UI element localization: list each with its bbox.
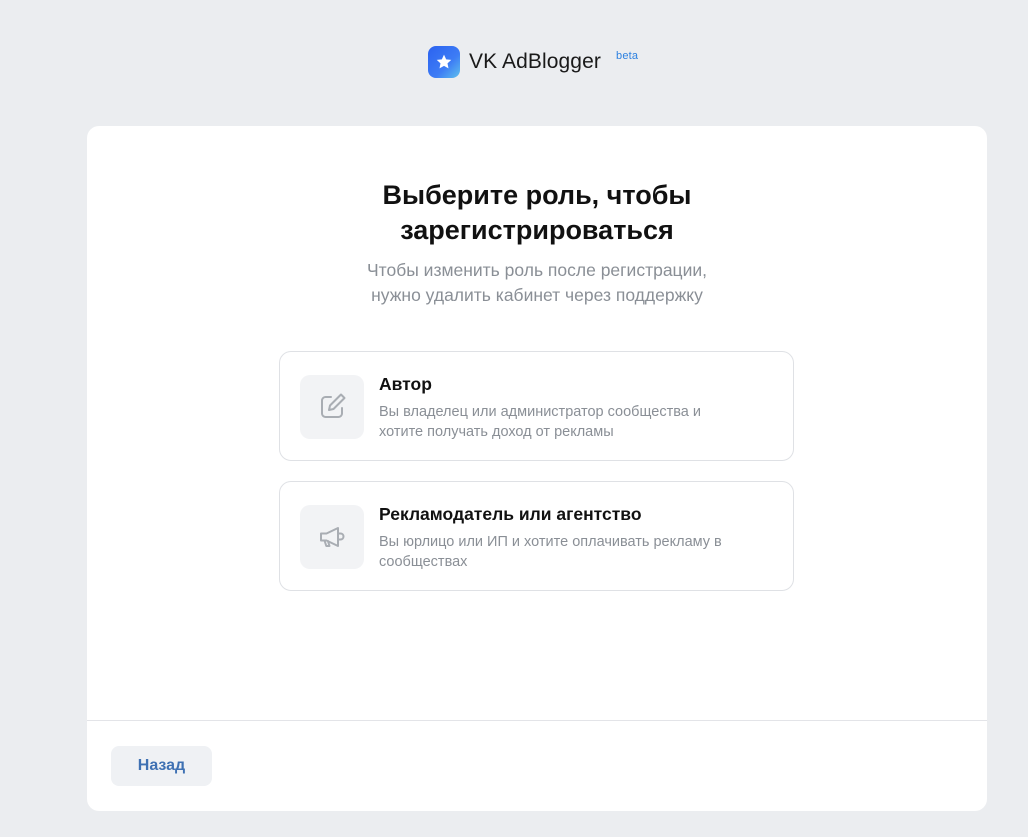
role-selection-card: Выберите роль, чтобы зарегистрироваться … bbox=[87, 126, 987, 811]
description-line: Вы владелец или администратор сообщества… bbox=[379, 404, 701, 420]
back-button[interactable]: Назад bbox=[111, 746, 212, 786]
subtitle-line: нужно удалить кабинет через поддержку bbox=[371, 285, 703, 305]
app-name[interactable]: VK AdBlogger bbox=[469, 50, 601, 74]
star-icon[interactable] bbox=[428, 46, 460, 78]
page-title: Выберите роль, чтобы зарегистрироваться bbox=[87, 178, 987, 248]
page-subtitle: Чтобы изменить роль после регистрации, н… bbox=[87, 258, 987, 308]
description-line: Вы юрлицо или ИП и хотите оплачивать рек… bbox=[379, 534, 722, 550]
subtitle-line: Чтобы изменить роль после регистрации, bbox=[366, 260, 707, 280]
role-option-title: Автор bbox=[379, 374, 432, 394]
role-option-title: Рекламодатель или агентство bbox=[379, 504, 642, 524]
role-option-author[interactable]: Автор Вы владелец или администратор сооб… bbox=[279, 351, 794, 461]
beta-badge: beta bbox=[616, 50, 639, 62]
description-line: сообществах bbox=[379, 554, 468, 570]
megaphone-icon bbox=[300, 505, 364, 569]
role-option-advertiser[interactable]: Рекламодатель или агентство Вы юрлицо ил… bbox=[279, 481, 794, 591]
header: VK AdBlogger beta bbox=[0, 0, 1028, 126]
role-option-description: Вы владелец или администратор сообщества… bbox=[379, 402, 779, 442]
footer-divider bbox=[87, 720, 987, 721]
title-line: зарегистрироваться bbox=[400, 215, 674, 245]
edit-icon bbox=[300, 375, 364, 439]
role-option-description: Вы юрлицо или ИП и хотите оплачивать рек… bbox=[379, 532, 779, 572]
description-line: хотите получать доход от рекламы bbox=[379, 424, 614, 440]
title-line: Выберите роль, чтобы bbox=[382, 180, 692, 210]
